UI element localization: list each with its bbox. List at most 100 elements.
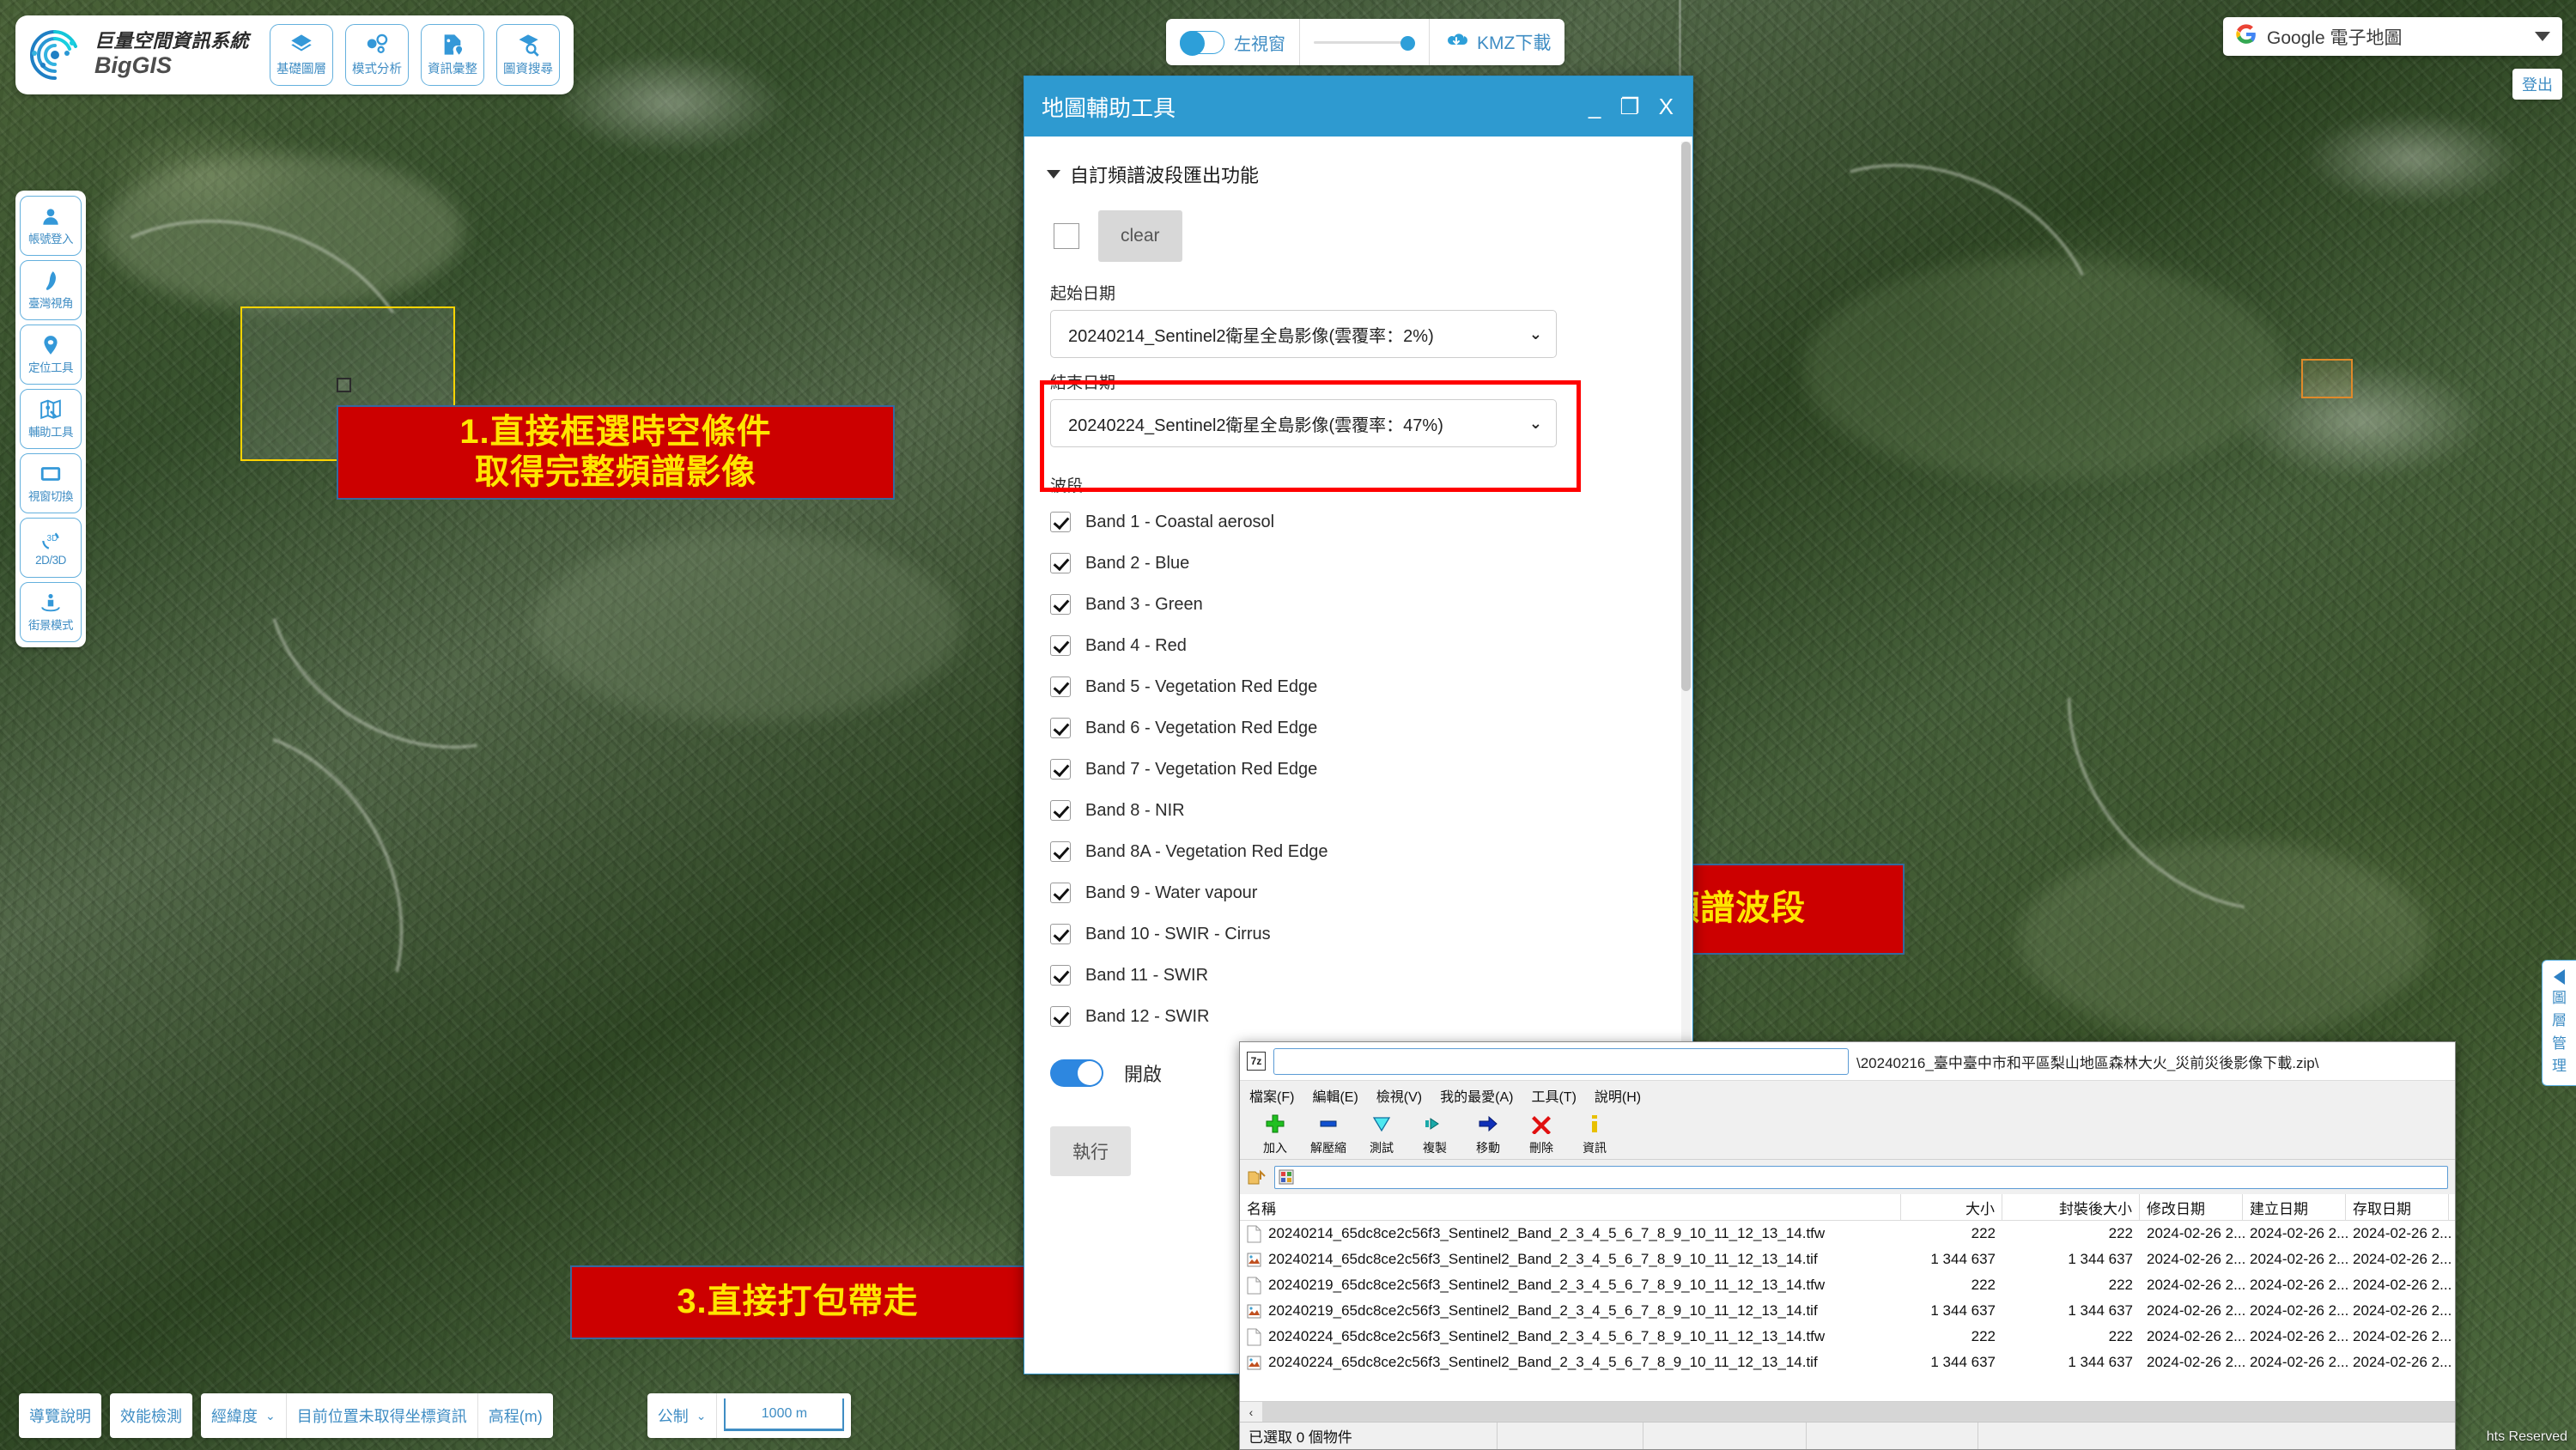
rail-item-locate-tool[interactable]: 定位工具 bbox=[20, 325, 82, 385]
top-toolbar-label: 圖資搜尋 bbox=[503, 63, 554, 76]
column-header-name[interactable]: 名稱 bbox=[1240, 1194, 1901, 1220]
scrollbar-thumb[interactable] bbox=[1681, 142, 1691, 691]
zip-file-row[interactable]: 20240219_65dc8ce2c56f3_Sentinel2_Band_2_… bbox=[1240, 1298, 2455, 1324]
menu-view[interactable]: 檢視(V) bbox=[1376, 1085, 1422, 1106]
zip-add-button[interactable]: 加入 bbox=[1249, 1113, 1302, 1156]
execute-button[interactable]: 執行 bbox=[1050, 1126, 1131, 1176]
top-toolbar-layer-search[interactable]: 圖資搜尋 bbox=[496, 24, 561, 86]
zip-file-modified: 2024-02-26 2... bbox=[2147, 1225, 2246, 1241]
top-toolbar-basemap-layers[interactable]: 基礎圖層 bbox=[270, 24, 334, 86]
band-row[interactable]: Band 5 - Vegetation Red Edge bbox=[1024, 666, 1680, 707]
window-switch-icon bbox=[39, 463, 62, 485]
map-selection-rectangle-right[interactable] bbox=[2301, 359, 2353, 398]
unit-system-select[interactable]: 公制 ⌄ bbox=[647, 1393, 717, 1438]
zip-delete-button[interactable]: 刪除 bbox=[1515, 1113, 1568, 1156]
coord-system-select[interactable]: 經緯度 ⌄ bbox=[201, 1393, 286, 1438]
kmz-download-button[interactable]: KMZ下載 bbox=[1443, 29, 1551, 55]
left-view-toggle[interactable] bbox=[1180, 30, 1224, 56]
guide-button[interactable]: 導覽說明 bbox=[19, 1393, 101, 1438]
band-row[interactable]: Band 2 - Blue bbox=[1024, 543, 1680, 584]
zip-path-input[interactable] bbox=[1274, 1165, 2448, 1189]
band-row[interactable]: Band 12 - SWIR bbox=[1024, 996, 1680, 1037]
folder-up-icon[interactable] bbox=[1247, 1168, 1267, 1186]
map-selection-center-handle[interactable] bbox=[337, 378, 351, 392]
band-checkbox[interactable] bbox=[1050, 800, 1071, 821]
band-row[interactable]: Band 4 - Red bbox=[1024, 625, 1680, 666]
band-checkbox[interactable] bbox=[1050, 512, 1071, 532]
bottom-status-bar: 導覽說明 效能檢測 經緯度 ⌄ 目前位置未取得坐標資訊 高程(m) 公制 ⌄ 1… bbox=[19, 1393, 852, 1438]
band-row[interactable]: Band 10 - SWIR - Cirrus bbox=[1024, 913, 1680, 955]
basemap-select[interactable]: Google 電子地圖 bbox=[2223, 17, 2562, 56]
zip-extract-button[interactable]: 解壓縮 bbox=[1302, 1113, 1355, 1156]
zip-copy-button[interactable]: 複製 bbox=[1408, 1113, 1461, 1156]
rail-item-assist-tool[interactable]: 輔助工具 bbox=[20, 389, 82, 449]
band-row[interactable]: Band 11 - SWIR bbox=[1024, 955, 1680, 996]
band-row[interactable]: Band 1 - Coastal aerosol bbox=[1024, 501, 1680, 543]
zip-file-row[interactable]: 20240219_65dc8ce2c56f3_Sentinel2_Band_2_… bbox=[1240, 1272, 2455, 1298]
menu-favorites[interactable]: 我的最愛(A) bbox=[1440, 1085, 1513, 1106]
band-checkbox[interactable] bbox=[1050, 1006, 1071, 1027]
logout-button[interactable]: 登出 bbox=[2512, 69, 2562, 100]
band-checkbox[interactable] bbox=[1050, 924, 1071, 944]
clear-checkbox[interactable] bbox=[1054, 223, 1079, 249]
minimize-icon[interactable]: _ bbox=[1589, 95, 1601, 118]
band-row[interactable]: Band 9 - Water vapour bbox=[1024, 872, 1680, 913]
dialog-title-bar[interactable]: 地圖輔助工具 _ ❐ X bbox=[1024, 76, 1692, 137]
band-checkbox[interactable] bbox=[1050, 841, 1071, 862]
rail-item-window-switch[interactable]: 視窗切換 bbox=[20, 453, 82, 513]
scroll-left-icon[interactable]: ‹ bbox=[1240, 1402, 1262, 1422]
zip-file-row[interactable]: 20240214_65dc8ce2c56f3_Sentinel2_Band_2_… bbox=[1240, 1221, 2455, 1247]
band-checkbox[interactable] bbox=[1050, 635, 1071, 656]
rail-item-taiwan-view[interactable]: 臺灣視角 bbox=[20, 260, 82, 320]
clear-button[interactable]: clear bbox=[1098, 210, 1182, 262]
column-header-modified[interactable]: 修改日期 bbox=[2140, 1194, 2243, 1220]
top-toolbar-model-analysis[interactable]: 模式分析 bbox=[345, 24, 410, 86]
band-checkbox[interactable] bbox=[1050, 718, 1071, 738]
scroll-track[interactable] bbox=[1262, 1402, 2455, 1422]
close-icon[interactable]: X bbox=[1659, 95, 1674, 118]
maximize-icon[interactable]: ❐ bbox=[1619, 95, 1639, 118]
column-header-packed-size[interactable]: 封裝後大小 bbox=[2002, 1194, 2140, 1220]
band-checkbox[interactable] bbox=[1050, 553, 1071, 573]
top-toolbar-info-aggregate[interactable]: 資訊彙整 bbox=[421, 24, 485, 86]
band-row[interactable]: Band 8A - Vegetation Red Edge bbox=[1024, 831, 1680, 872]
band-checkbox[interactable] bbox=[1050, 883, 1071, 903]
zip-file-modified: 2024-02-26 2... bbox=[2147, 1328, 2246, 1344]
band-row[interactable]: Band 7 - Vegetation Red Edge bbox=[1024, 749, 1680, 790]
zip-file-row[interactable]: 20240224_65dc8ce2c56f3_Sentinel2_Band_2_… bbox=[1240, 1324, 2455, 1350]
zip-file-row[interactable]: 20240214_65dc8ce2c56f3_Sentinel2_Band_2_… bbox=[1240, 1247, 2455, 1272]
zip-test-button[interactable]: 測試 bbox=[1355, 1113, 1408, 1156]
band-checkbox[interactable] bbox=[1050, 965, 1071, 986]
column-header-size[interactable]: 大小 bbox=[1901, 1194, 2002, 1220]
section-header-export[interactable]: 自訂頻譜波段匯出功能 bbox=[1024, 149, 1680, 188]
band-row[interactable]: Band 8 - NIR bbox=[1024, 790, 1680, 831]
layer-manager-tab[interactable]: 圖 層 管 理 bbox=[2542, 960, 2576, 1086]
band-row[interactable]: Band 6 - Vegetation Red Edge bbox=[1024, 707, 1680, 749]
opacity-slider[interactable] bbox=[1314, 32, 1415, 52]
zip-address-input[interactable] bbox=[1273, 1047, 1849, 1075]
menu-file[interactable]: 檔案(F) bbox=[1249, 1085, 1294, 1106]
start-date-select[interactable]: 20240214_Sentinel2衛星全島影像(雲覆率：2%) ⌄ bbox=[1050, 310, 1557, 358]
column-header-accessed[interactable]: 存取日期 bbox=[2346, 1194, 2449, 1220]
open-toggle[interactable] bbox=[1050, 1059, 1103, 1087]
rail-item-account-login[interactable]: 帳號登入 bbox=[20, 196, 82, 256]
band-checkbox[interactable] bbox=[1050, 676, 1071, 697]
zip-file-row[interactable]: 20240224_65dc8ce2c56f3_Sentinel2_Band_2_… bbox=[1240, 1350, 2455, 1375]
performance-button[interactable]: 效能檢測 bbox=[110, 1393, 192, 1438]
menu-help[interactable]: 說明(H) bbox=[1595, 1085, 1641, 1106]
zip-horizontal-scrollbar[interactable]: ‹ bbox=[1240, 1401, 2455, 1422]
band-checkbox[interactable] bbox=[1050, 759, 1071, 780]
menu-tools[interactable]: 工具(T) bbox=[1531, 1085, 1576, 1106]
end-date-select[interactable]: 20240224_Sentinel2衛星全島影像(雲覆率：47%) ⌄ bbox=[1050, 399, 1557, 447]
rail-item-2d-3d[interactable]: 3D 2D/3D bbox=[20, 518, 82, 578]
band-checkbox[interactable] bbox=[1050, 594, 1071, 615]
zip-move-button[interactable]: 移動 bbox=[1461, 1113, 1515, 1156]
rail-item-street-view[interactable]: 街景模式 bbox=[20, 582, 82, 642]
zip-info-button[interactable]: 資訊 bbox=[1568, 1113, 1621, 1156]
band-row[interactable]: Band 3 - Green bbox=[1024, 584, 1680, 625]
column-header-created[interactable]: 建立日期 bbox=[2243, 1194, 2346, 1220]
slider-knob[interactable] bbox=[1400, 36, 1415, 51]
zip-file-size: 222 bbox=[1971, 1328, 1996, 1344]
menu-edit[interactable]: 編輯(E) bbox=[1312, 1085, 1358, 1106]
zip-file-list[interactable]: 20240214_65dc8ce2c56f3_Sentinel2_Band_2_… bbox=[1240, 1221, 2455, 1401]
